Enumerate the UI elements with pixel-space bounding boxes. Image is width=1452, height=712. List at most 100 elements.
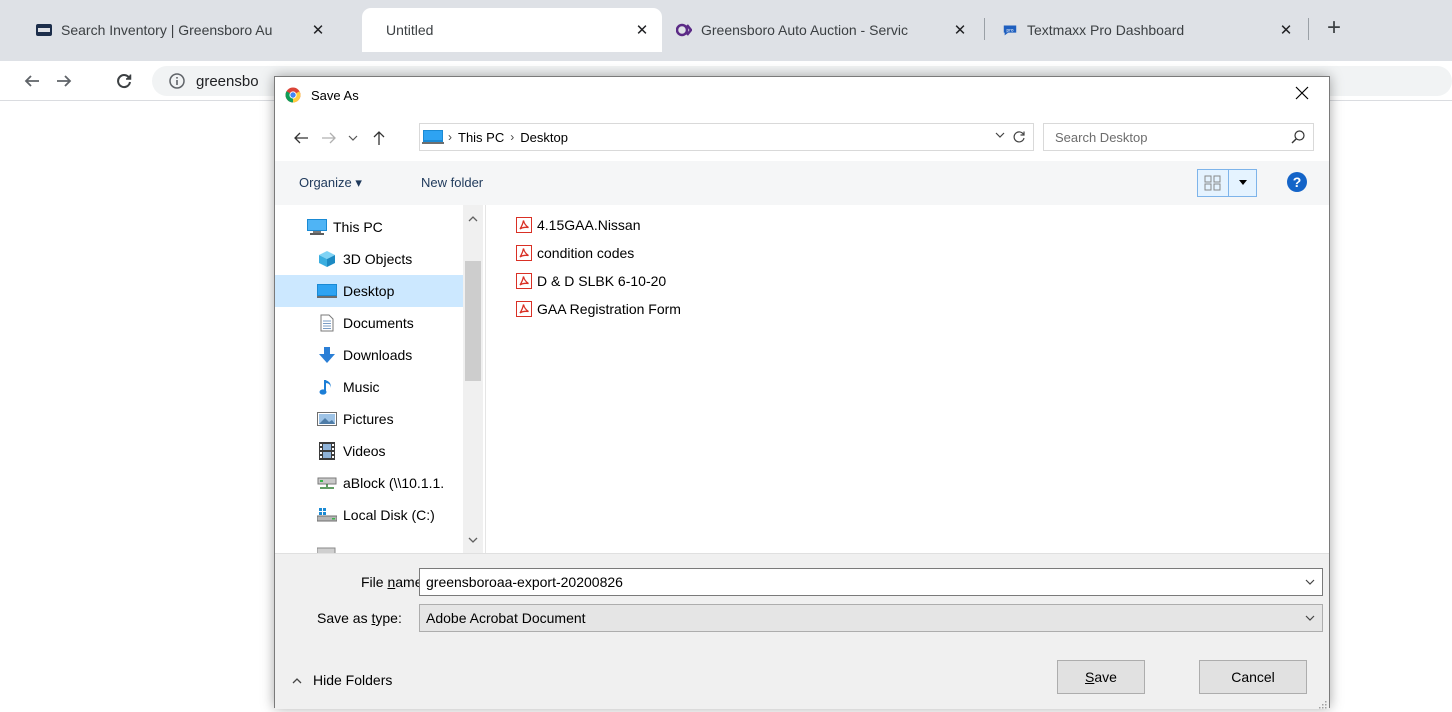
hide-folders-button[interactable]: Hide Folders	[291, 672, 392, 688]
save-type-label: Save as type:	[317, 610, 402, 626]
picture-icon	[317, 410, 337, 428]
download-arrow-icon	[317, 346, 337, 364]
details-view-icon[interactable]	[1198, 170, 1229, 196]
tab-textmaxx[interactable]: pro Textmaxx Pro Dashboard ✕	[990, 8, 1306, 52]
pdf-icon	[516, 273, 532, 289]
forward-arrow-icon	[322, 132, 336, 144]
recent-locations-button[interactable]	[345, 127, 361, 149]
search-input[interactable]	[1053, 128, 1277, 146]
tab-separator	[984, 18, 985, 40]
new-tab-button[interactable]: +	[1320, 14, 1348, 42]
tab-greensboro-service[interactable]: Greensboro Auto Auction - Servic ✕	[664, 8, 980, 52]
file-name: D & D SLBK 6-10-20	[537, 273, 667, 289]
reload-button[interactable]	[112, 69, 136, 93]
save-button[interactable]: Save	[1057, 660, 1145, 694]
tab-close-icon[interactable]: ✕	[1278, 22, 1294, 39]
file-name: GAA Registration Form	[537, 301, 681, 317]
scroll-up-arrow-icon[interactable]	[463, 211, 483, 225]
info-icon[interactable]	[168, 72, 186, 90]
nav-item-partial[interactable]	[275, 533, 463, 553]
drive-icon	[317, 540, 337, 553]
file-item[interactable]: 4.15GAA.Nissan	[516, 211, 641, 239]
file-item[interactable]: condition codes	[516, 239, 634, 267]
svg-text:pro: pro	[1006, 27, 1014, 33]
close-icon	[1295, 86, 1309, 100]
hard-drive-icon	[317, 506, 337, 524]
nav-item-label: Videos	[343, 443, 386, 459]
dialog-back-button[interactable]	[291, 127, 311, 149]
dialog-titlebar[interactable]: Save As	[275, 77, 1329, 115]
organize-button[interactable]: Organize ▾	[299, 175, 362, 191]
tab-close-icon[interactable]: ✕	[634, 22, 650, 39]
new-folder-button[interactable]: New folder	[421, 175, 483, 190]
tab-search-inventory[interactable]: Search Inventory | Greensboro Au ✕	[24, 8, 338, 52]
change-view-button[interactable]	[1197, 169, 1257, 197]
gaa-logo-icon	[36, 22, 52, 38]
nav-item-label: Downloads	[343, 347, 413, 363]
chevron-up-icon	[291, 674, 303, 686]
nav-item-3d-objects[interactable]: 3D Objects	[275, 243, 463, 275]
search-icon[interactable]	[1291, 130, 1305, 144]
tab-title: Greensboro Auto Auction - Servic	[701, 22, 908, 38]
refresh-button[interactable]	[1009, 127, 1029, 147]
breadcrumb-desktop[interactable]: Desktop	[520, 130, 568, 145]
command-bar: Organize ▾ New folder ?	[275, 161, 1329, 205]
caret-down-icon	[1238, 180, 1247, 185]
forward-button[interactable]	[52, 69, 76, 93]
tab-untitled[interactable]: Untitled ✕	[362, 8, 662, 52]
music-note-icon	[317, 378, 337, 396]
back-arrow-icon	[24, 75, 39, 87]
nav-item-label: Desktop	[343, 283, 395, 299]
scroll-down-arrow-icon[interactable]	[463, 533, 483, 547]
search-box[interactable]	[1043, 123, 1314, 151]
tab-separator	[1308, 18, 1309, 40]
pdf-icon	[516, 301, 532, 317]
tab-title: Textmaxx Pro Dashboard	[1027, 22, 1185, 38]
file-name-field[interactable]: greensboroaa-export-20200826	[419, 568, 1323, 596]
dialog-forward-button[interactable]	[319, 127, 339, 149]
film-icon	[317, 442, 337, 460]
resize-grip-icon[interactable]	[1317, 697, 1327, 709]
dialog-title: Save As	[311, 88, 359, 103]
breadcrumb-separator: ›	[510, 130, 515, 144]
nav-item-ablock[interactable]: aBlock (\\10.1.1.	[275, 467, 463, 499]
navigation-pane: This PC 3D Objects Desktop Documents Dow…	[275, 205, 463, 553]
nav-item-downloads[interactable]: Downloads	[275, 339, 463, 371]
nav-item-videos[interactable]: Videos	[275, 435, 463, 467]
file-item[interactable]: GAA Registration Form	[516, 295, 681, 323]
desktop-icon	[317, 282, 337, 300]
tab-close-icon[interactable]: ✕	[952, 22, 968, 39]
file-name-label: File name:	[361, 574, 427, 590]
chevron-down-icon[interactable]	[1304, 612, 1316, 624]
navigation-scrollbar[interactable]	[463, 205, 483, 553]
save-type-value: Adobe Acrobat Document	[426, 610, 586, 626]
nav-item-desktop[interactable]: Desktop	[275, 275, 463, 307]
save-options-panel: File name: greensboroaa-export-20200826 …	[275, 553, 1329, 709]
nav-item-local-disk[interactable]: Local Disk (C:)	[275, 499, 463, 531]
nav-item-documents[interactable]: Documents	[275, 307, 463, 339]
cancel-button[interactable]: Cancel	[1199, 660, 1307, 694]
document-icon	[317, 314, 337, 332]
breadcrumb-separator: ›	[448, 130, 452, 144]
save-as-dialog: Save As › This PC › Desktop Search Deskt…	[274, 76, 1330, 709]
help-button[interactable]: ?	[1287, 172, 1307, 192]
file-item[interactable]: D & D SLBK 6-10-20	[516, 267, 666, 295]
textmaxx-pro-icon: pro	[1002, 22, 1018, 38]
back-button[interactable]	[20, 69, 44, 93]
save-type-select[interactable]: Adobe Acrobat Document	[419, 604, 1323, 632]
nav-item-pictures[interactable]: Pictures	[275, 403, 463, 435]
view-options-dropdown[interactable]	[1229, 170, 1256, 196]
nav-item-music[interactable]: Music	[275, 371, 463, 403]
nav-item-label: 3D Objects	[343, 251, 413, 267]
nav-item-label: Music	[343, 379, 380, 395]
dialog-close-button[interactable]	[1279, 77, 1325, 109]
file-name: condition codes	[537, 245, 635, 261]
breadcrumb[interactable]: › This PC › Desktop	[419, 123, 1034, 151]
up-one-level-button[interactable]	[369, 127, 389, 149]
chevron-down-icon[interactable]	[1304, 576, 1316, 588]
nav-item-this-pc[interactable]: This PC	[275, 211, 463, 243]
breadcrumb-this-pc[interactable]: This PC	[458, 130, 504, 145]
tab-close-icon[interactable]: ✕	[310, 22, 326, 39]
scrollbar-thumb[interactable]	[465, 261, 481, 381]
path-dropdown-button[interactable]	[995, 130, 1005, 142]
